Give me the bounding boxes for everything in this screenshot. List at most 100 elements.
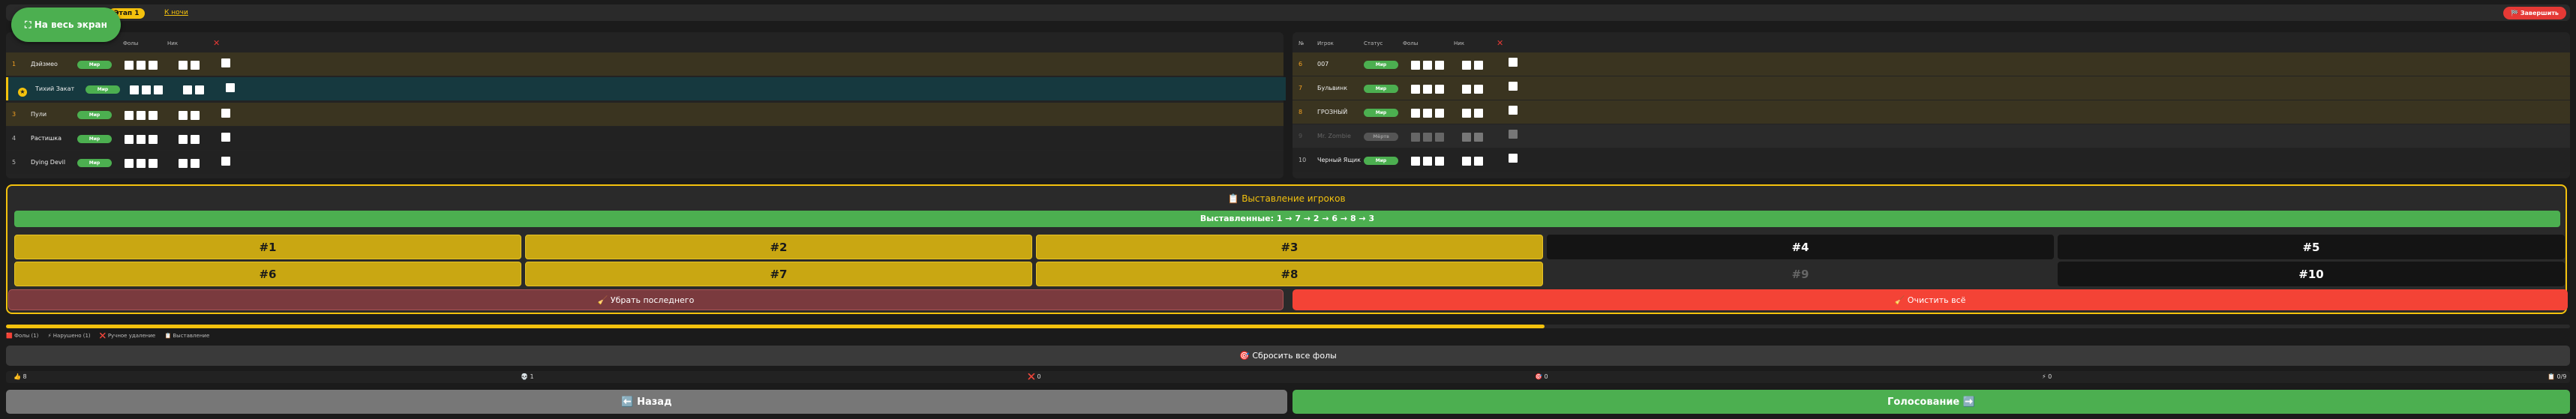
- role-badge[interactable]: Мир: [77, 111, 112, 119]
- remove-box[interactable]: [221, 133, 230, 142]
- foul-box[interactable]: [130, 85, 139, 94]
- foul-box[interactable]: [149, 135, 158, 144]
- vote-box[interactable]: [1462, 157, 1471, 166]
- remove-last-button[interactable]: 🧹 Убрать последнего: [8, 289, 1283, 310]
- player-row[interactable]: 4 Растишка Мир: [6, 127, 1283, 150]
- remove-box[interactable]: [221, 157, 230, 166]
- foul-box[interactable]: [1423, 61, 1432, 70]
- role-badge[interactable]: Мир: [1364, 61, 1398, 69]
- vote-box[interactable]: [1474, 61, 1483, 70]
- finish-button[interactable]: 🏁 Завершить: [2503, 7, 2566, 19]
- player-row[interactable]: 5 Dying Devil Мир: [6, 151, 1283, 174]
- nominated-list: Выставленные: 1 → 7 → 2 → 6 → 8 → 3: [14, 211, 2560, 227]
- vote-box[interactable]: [195, 85, 204, 94]
- foul-box[interactable]: [1411, 109, 1420, 118]
- player-row-selected[interactable]: ★ Тихий Закат Мир: [6, 77, 1286, 100]
- player-row[interactable]: 1 Дэйзмео Мир: [6, 52, 1283, 76]
- player-row[interactable]: 10 Черный Ящик Мир: [1293, 148, 2570, 172]
- player-row[interactable]: 8 ГРОЗНЫЙ Мир: [1293, 100, 2570, 124]
- role-badge[interactable]: Мир: [1364, 109, 1398, 117]
- vote-box[interactable]: [191, 159, 200, 168]
- nominate-button-7[interactable]: #7: [525, 262, 1032, 286]
- role-badge[interactable]: Мир: [1364, 85, 1398, 93]
- foul-box[interactable]: [137, 111, 146, 120]
- foul-box[interactable]: [154, 85, 163, 94]
- vote-box[interactable]: [179, 159, 188, 168]
- foul-box[interactable]: [1423, 85, 1432, 94]
- role-badge[interactable]: Мир: [77, 159, 112, 167]
- foul-box[interactable]: [137, 159, 146, 168]
- player-row[interactable]: 6 007 Мир: [1293, 52, 2570, 76]
- vote-box[interactable]: [1474, 157, 1483, 166]
- fullscreen-button[interactable]: ⛶ На весь экран: [11, 7, 121, 42]
- foul-box[interactable]: [137, 61, 146, 70]
- nominate-button-6[interactable]: #6: [14, 262, 521, 286]
- player-row-eliminated: 9 Mr. Zombie Мёртв: [1293, 124, 2570, 148]
- nominate-button-3[interactable]: #3: [1036, 235, 1543, 259]
- foul-box[interactable]: [1435, 85, 1444, 94]
- player-number: 8: [1299, 109, 1303, 115]
- player-name: Dying Devil: [31, 159, 66, 166]
- remove-box[interactable]: [221, 58, 230, 67]
- nominate-button-4[interactable]: #4: [1547, 235, 2054, 259]
- clear-all-button[interactable]: 🧹 Очистить всё: [1293, 289, 2568, 310]
- remove-box[interactable]: [226, 83, 235, 92]
- foul-box[interactable]: [125, 111, 134, 120]
- foul-box[interactable]: [125, 61, 134, 70]
- foul-box[interactable]: [149, 159, 158, 168]
- vote-box[interactable]: [1474, 109, 1483, 118]
- legend-item: 🟥 Фолы (1): [6, 333, 39, 339]
- player-name: Растишка: [31, 135, 62, 142]
- player-name: Бульвинк: [1317, 85, 1348, 91]
- role-badge[interactable]: Мир: [86, 85, 120, 94]
- nominate-button-8[interactable]: #8: [1036, 262, 1543, 286]
- remove-box[interactable]: [221, 109, 230, 118]
- vote-box[interactable]: [1462, 85, 1471, 94]
- foul-box[interactable]: [137, 135, 146, 144]
- nominate-button-5[interactable]: #5: [2058, 235, 2565, 259]
- foul-box[interactable]: [142, 85, 151, 94]
- vote-box[interactable]: [191, 61, 200, 70]
- vote-box[interactable]: [179, 111, 188, 120]
- foul-box[interactable]: [125, 159, 134, 168]
- vote-box[interactable]: [1462, 61, 1471, 70]
- header-status: Статус: [1364, 40, 1383, 46]
- reset-fouls-button[interactable]: 🎯 Сбросить все фолы: [6, 346, 2570, 366]
- remove-box[interactable]: [1509, 106, 1518, 115]
- foul-box[interactable]: [1411, 61, 1420, 70]
- foul-box[interactable]: [1411, 85, 1420, 94]
- foul-box: [1411, 133, 1420, 142]
- nominate-button-1[interactable]: #1: [14, 235, 521, 259]
- player-row[interactable]: 7 Бульвинк Мир: [1293, 76, 2570, 100]
- nominations-title: 📋 Выставление игроков: [1227, 193, 1346, 204]
- voting-button[interactable]: Голосование ➡️: [1293, 390, 2570, 414]
- role-badge[interactable]: Мир: [1364, 157, 1398, 165]
- vote-box[interactable]: [191, 111, 200, 120]
- vote-box[interactable]: [1474, 85, 1483, 94]
- to-night-link[interactable]: К ночи: [164, 9, 188, 16]
- vote-box[interactable]: [183, 85, 192, 94]
- vote-box[interactable]: [179, 135, 188, 144]
- foul-box[interactable]: [125, 135, 134, 144]
- remove-box[interactable]: [1509, 154, 1518, 163]
- legend-item: ⚡ Нарушено (1): [47, 333, 91, 339]
- remove-box[interactable]: [1509, 58, 1518, 67]
- vote-box[interactable]: [1462, 109, 1471, 118]
- foul-box[interactable]: [1423, 157, 1432, 166]
- nominate-button-10[interactable]: #10: [2058, 262, 2565, 286]
- vote-box[interactable]: [179, 61, 188, 70]
- foul-box[interactable]: [149, 111, 158, 120]
- vote-box[interactable]: [191, 135, 200, 144]
- foul-box[interactable]: [1435, 157, 1444, 166]
- foul-box[interactable]: [1435, 61, 1444, 70]
- player-row[interactable]: 3 Пули Мир: [6, 103, 1283, 126]
- role-badge[interactable]: Мир: [77, 135, 112, 143]
- foul-box[interactable]: [1423, 109, 1432, 118]
- nominate-button-2[interactable]: #2: [525, 235, 1032, 259]
- back-button[interactable]: ⬅️ Назад: [6, 390, 1287, 414]
- remove-box[interactable]: [1509, 82, 1518, 91]
- role-badge[interactable]: Мир: [77, 61, 112, 69]
- foul-box[interactable]: [1435, 109, 1444, 118]
- foul-box[interactable]: [149, 61, 158, 70]
- foul-box[interactable]: [1411, 157, 1420, 166]
